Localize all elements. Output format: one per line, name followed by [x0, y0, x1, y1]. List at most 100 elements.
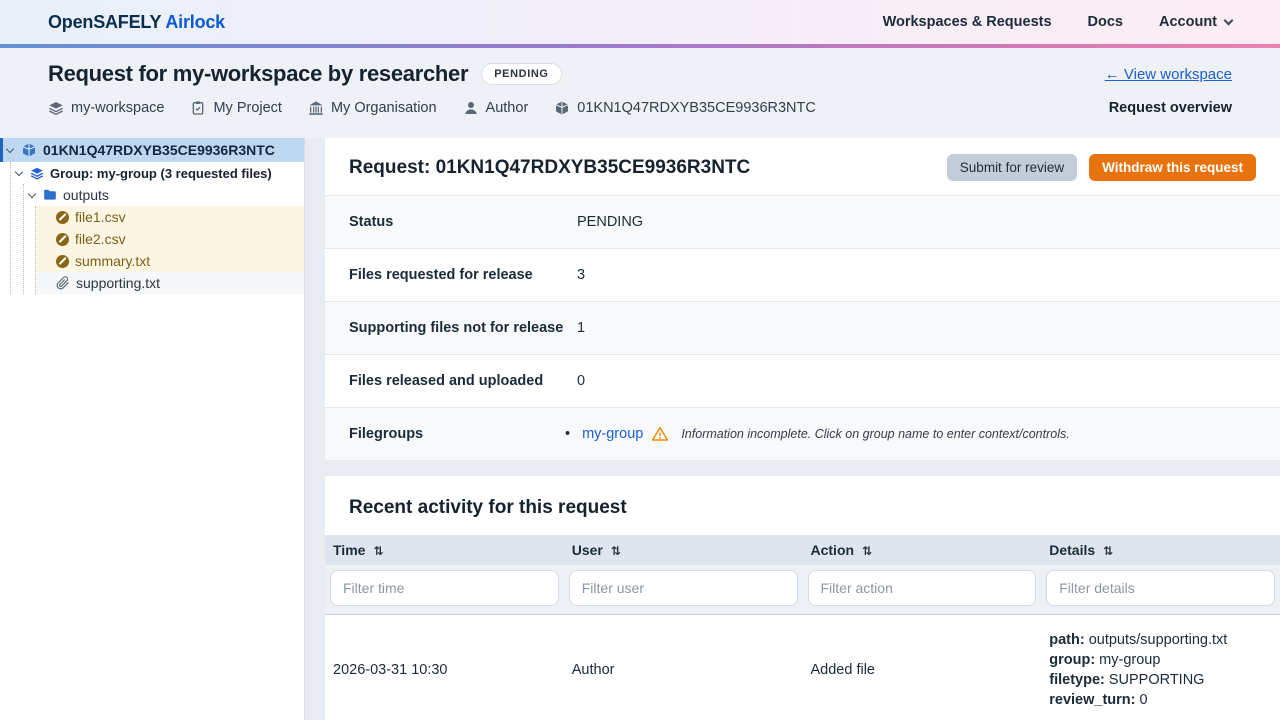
- chevron-down-icon[interactable]: [5, 144, 15, 153]
- request-icon: [22, 143, 36, 157]
- row-label: Files released and uploaded: [349, 373, 544, 389]
- nav-workspaces-requests[interactable]: Workspaces & Requests: [883, 14, 1052, 30]
- detail-key: group:: [1049, 651, 1096, 668]
- column-header-details[interactable]: Details ⇅: [1041, 535, 1280, 565]
- account-label: Account: [1159, 14, 1217, 30]
- detail-value: outputs/supporting.txt: [1088, 631, 1228, 648]
- filter-action-input[interactable]: [807, 570, 1037, 606]
- pending-file-icon: [56, 210, 69, 224]
- warning-triangle-icon: [652, 426, 669, 441]
- brand-logo[interactable]: OpenSAFELY Airlock: [48, 12, 225, 33]
- submit-for-review-button[interactable]: Submit for review: [946, 154, 1078, 181]
- tree-item-label: Group: my-group (3 requested files): [50, 165, 272, 181]
- tree-item-label: supporting.txt: [76, 275, 161, 291]
- request-id-icon: [556, 101, 569, 115]
- organisation-icon: [309, 101, 323, 115]
- pending-file-icon: [56, 254, 69, 268]
- file-tree-sidebar: 01KN1Q47RDXYB35CE9936R3NTC Group: my-gro…: [0, 138, 305, 720]
- tree-item-label: outputs: [63, 187, 109, 203]
- status-badge: PENDING: [481, 63, 562, 85]
- column-header-user[interactable]: User ⇅: [563, 535, 803, 565]
- row-value: 1: [577, 320, 586, 336]
- pending-file-icon: [56, 232, 69, 246]
- request-summary-card: Request: 01KN1Q47RDXYB35CE9936R3NTC Subm…: [325, 138, 1280, 460]
- column-header-time[interactable]: Time ⇅: [325, 535, 564, 565]
- activity-action: Added file: [810, 661, 876, 678]
- filter-user-input[interactable]: [568, 570, 798, 606]
- activity-filter-row: [325, 565, 1280, 615]
- tree-item-request-root[interactable]: 01KN1Q47RDXYB35CE9936R3NTC: [0, 138, 304, 162]
- project-icon: [193, 101, 204, 115]
- tree-item-supporting[interactable]: supporting.txt: [36, 272, 304, 294]
- table-row-files-released: Files released and uploaded 0: [325, 354, 1280, 408]
- filter-details-input[interactable]: [1046, 570, 1275, 606]
- request-id: 01KN1Q47RDXYB35CE9936R3NTC: [577, 100, 816, 116]
- chevron-down-icon: [1223, 15, 1234, 25]
- detail-key: path:: [1049, 631, 1085, 648]
- column-label: User: [571, 542, 603, 558]
- detail-key: filetype:: [1049, 671, 1105, 688]
- column-label: Time: [333, 542, 366, 558]
- author-meta: Author: [463, 100, 529, 116]
- detail-value: 0: [1139, 691, 1148, 708]
- filter-time-input[interactable]: [330, 570, 559, 606]
- column-header-action[interactable]: Action ⇅: [802, 535, 1042, 565]
- tree-item-outputs-folder[interactable]: outputs: [24, 184, 304, 206]
- paperclip-icon: [56, 276, 69, 290]
- column-label: Details: [1049, 542, 1096, 558]
- request-overview-label: Request overview: [1108, 100, 1232, 116]
- layers-icon: [49, 102, 63, 116]
- author-name: Author: [485, 100, 529, 116]
- detail-value: SUPPORTING: [1108, 671, 1205, 688]
- row-label: Files requested for release: [349, 267, 533, 283]
- request-heading: Request: 01KN1Q47RDXYB35CE9936R3NTC: [349, 156, 751, 178]
- row-value: PENDING: [577, 214, 644, 230]
- group-layers-icon: [30, 167, 44, 180]
- row-label: Filegroups: [349, 426, 424, 442]
- tree-item-label: 01KN1Q47RDXYB35CE9936R3NTC: [43, 142, 275, 158]
- chevron-down-icon[interactable]: [27, 189, 37, 198]
- tree-item-group[interactable]: Group: my-group (3 requested files): [11, 162, 304, 184]
- row-value: 3: [577, 267, 586, 283]
- tree-item-summary[interactable]: summary.txt: [36, 250, 304, 272]
- row-value: 0: [577, 373, 586, 389]
- table-row-supporting-files: Supporting files not for release 1: [325, 301, 1280, 355]
- request-info-table: Status PENDING Files requested for relea…: [325, 195, 1280, 460]
- workspace-meta: my-workspace: [48, 100, 164, 116]
- page-title: Request for my-workspace by researcher: [48, 61, 469, 86]
- sort-icon[interactable]: ⇅: [1103, 544, 1113, 558]
- tree-item-file2[interactable]: file2.csv: [36, 228, 304, 250]
- filegroup-link[interactable]: my-group: [582, 425, 643, 443]
- row-label: Status: [349, 214, 394, 230]
- chevron-down-icon[interactable]: [14, 167, 24, 176]
- tree-item-label: summary.txt: [75, 253, 151, 269]
- brand-secondary: Airlock: [165, 11, 225, 32]
- sort-icon[interactable]: ⇅: [373, 544, 383, 558]
- withdraw-request-button[interactable]: Withdraw this request: [1089, 154, 1256, 181]
- brand-primary: OpenSAFELY: [48, 11, 162, 32]
- request-id-meta: 01KN1Q47RDXYB35CE9936R3NTC: [554, 100, 816, 116]
- activity-time: 2026-03-31 10:30: [333, 661, 448, 678]
- organisation-name: My Organisation: [330, 100, 437, 116]
- page-header: Request for my-workspace by researcher P…: [0, 48, 1280, 138]
- bullet: •: [565, 426, 571, 442]
- project-name: My Project: [213, 100, 282, 116]
- recent-activity-card: Recent activity for this request Time ⇅ U…: [325, 476, 1280, 720]
- sort-icon[interactable]: ⇅: [611, 544, 621, 558]
- account-menu[interactable]: Account: [1159, 14, 1234, 30]
- activity-details: path: outputs/supporting.txt group: my-gro…: [1041, 615, 1280, 720]
- column-label: Action: [810, 542, 855, 558]
- user-icon: [464, 102, 477, 114]
- view-workspace-link[interactable]: ← View workspace: [1105, 66, 1232, 83]
- tree-item-label: file1.csv: [75, 209, 126, 225]
- breadcrumb: my-workspace My Project My Organisation …: [48, 100, 816, 116]
- row-label: Supporting files not for release: [349, 320, 564, 336]
- tree-item-file1[interactable]: file1.csv: [36, 206, 304, 228]
- activity-table: Time⇅ User⇅ Action⇅ Details⇅ 2026-03-3: [325, 535, 1280, 720]
- nav-docs[interactable]: Docs: [1088, 14, 1123, 30]
- table-row-status: Status PENDING: [325, 195, 1280, 249]
- folder-icon: [44, 189, 56, 200]
- sort-icon[interactable]: ⇅: [862, 544, 872, 558]
- activity-heading: Recent activity for this request: [349, 497, 627, 518]
- workspace-name: my-workspace: [71, 100, 165, 116]
